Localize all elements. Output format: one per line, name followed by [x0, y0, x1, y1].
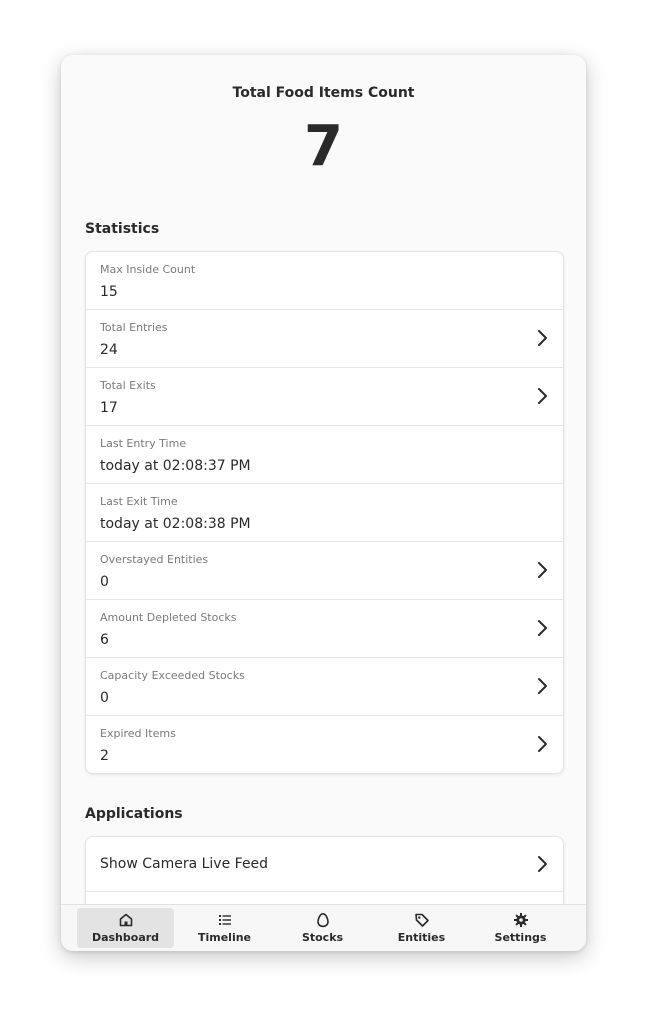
egg-icon: [317, 912, 329, 928]
stat-label: Total Entries: [100, 321, 168, 334]
list-icon: [219, 915, 231, 925]
stat-row-expired-items[interactable]: Expired Items 2: [86, 716, 563, 773]
chevron-right-icon: [538, 736, 547, 752]
tab-timeline[interactable]: Timeline: [176, 908, 273, 948]
stat-label: Overstayed Entities: [100, 553, 209, 566]
stat-value: today at 02:08:37 PM: [100, 458, 251, 474]
stat-label: Last Exit Time: [100, 495, 178, 508]
dashboard-content: Total Food Items Count 7 Statistics Max …: [61, 55, 586, 905]
tab-dashboard[interactable]: Dashboard: [77, 908, 174, 948]
chevron-right-icon: [538, 678, 547, 694]
chevron-right-icon: [538, 562, 547, 578]
stat-label: Amount Depleted Stocks: [100, 611, 237, 624]
stat-label: Expired Items: [100, 727, 176, 740]
stat-row-max-inside-count: Max Inside Count 15: [86, 252, 563, 310]
bottom-tab-bar: Dashboard Timeline Stocks Entities Setti…: [61, 904, 586, 951]
total-count-value: 7: [304, 114, 343, 179]
stat-value: 6: [100, 632, 109, 648]
chevron-right-icon: [538, 620, 547, 636]
stat-value: today at 02:08:38 PM: [100, 516, 251, 532]
tab-label: Dashboard: [91, 931, 160, 944]
tab-settings[interactable]: Settings: [472, 908, 569, 948]
applications-heading: Applications: [85, 806, 183, 822]
stat-label: Max Inside Count: [100, 263, 196, 276]
app-label: Show Camera Live Feed: [100, 856, 269, 872]
gear-icon: [514, 913, 528, 927]
stat-row-total-entries[interactable]: Total Entries 24: [86, 310, 563, 368]
stat-row-total-exits[interactable]: Total Exits 17: [86, 368, 563, 426]
tab-stocks[interactable]: Stocks: [274, 908, 371, 948]
tab-label: Timeline: [197, 931, 252, 944]
tab-entities[interactable]: Entities: [373, 908, 470, 948]
statistics-card: Max Inside Count 15 Total Entries 24 Tot…: [85, 251, 564, 774]
app-window: Total Food Items Count 7 Statistics Max …: [61, 55, 586, 951]
chevron-right-icon: [538, 856, 547, 872]
stat-row-amount-depleted-stocks[interactable]: Amount Depleted Stocks 6: [86, 600, 563, 658]
home-icon: [119, 913, 133, 927]
stat-row-overstayed-entities[interactable]: Overstayed Entities 0: [86, 542, 563, 600]
stat-label: Capacity Exceeded Stocks: [100, 669, 245, 682]
statistics-heading: Statistics: [85, 221, 160, 237]
tab-label: Settings: [494, 931, 547, 944]
tab-label: Stocks: [301, 931, 344, 944]
stat-label: Last Entry Time: [100, 437, 187, 450]
stat-row-last-entry-time: Last Entry Time today at 02:08:37 PM: [86, 426, 563, 484]
stat-value: 24: [100, 342, 118, 358]
total-count-title: Total Food Items Count: [232, 85, 415, 101]
tag-icon: [415, 913, 429, 927]
stat-label: Total Exits: [100, 379, 156, 392]
applications-card: Show Camera Live Feed: [85, 836, 564, 905]
tab-label: Entities: [397, 931, 446, 944]
stat-row-capacity-exceeded-stocks[interactable]: Capacity Exceeded Stocks 0: [86, 658, 563, 716]
stat-value: 15: [100, 284, 118, 300]
chevron-right-icon: [538, 388, 547, 404]
stat-value: 0: [100, 690, 109, 706]
stat-value: 17: [100, 400, 118, 416]
stat-value: 0: [100, 574, 109, 590]
chevron-right-icon: [538, 330, 547, 346]
app-row-camera-live-feed[interactable]: Show Camera Live Feed: [86, 837, 563, 892]
stat-row-last-exit-time: Last Exit Time today at 02:08:38 PM: [86, 484, 563, 542]
stat-value: 2: [100, 748, 109, 764]
